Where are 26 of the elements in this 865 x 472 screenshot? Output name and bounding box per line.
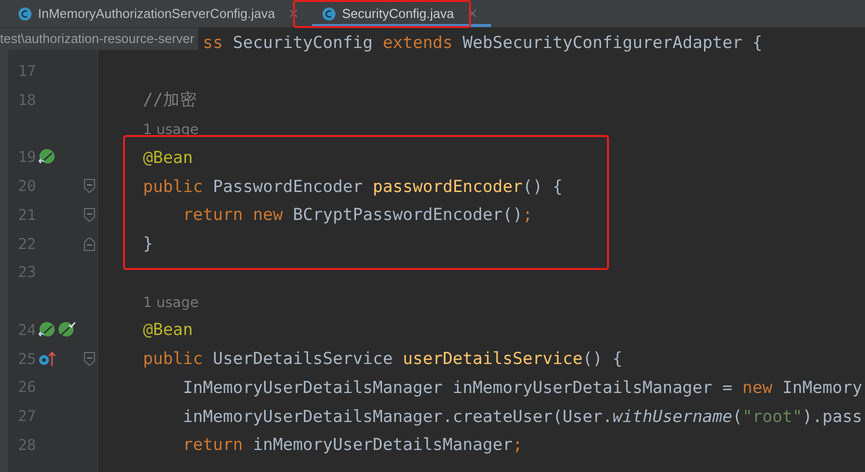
editor-tab[interactable]: SecurityConfig.java xyxy=(312,0,491,27)
code-line: ss SecurityConfig extends WebSecurityConfigurerAdapter { xyxy=(202,32,762,52)
code-line: return new BCryptPasswordEncoder(); xyxy=(182,205,533,224)
code-line: } xyxy=(142,234,153,254)
class-file-icon xyxy=(322,6,336,20)
bean-icon[interactable] xyxy=(38,322,56,338)
code-line: InMemoryUserDetailsManager inMemoryUserDetailsManager = new InMemory xyxy=(182,378,862,397)
code-line: //加密 xyxy=(142,90,197,109)
code-line: @Bean xyxy=(142,320,193,340)
code-line: return inMemoryUserDetailsManager; xyxy=(182,435,523,454)
bean-check-icon[interactable] xyxy=(58,322,76,338)
close-icon[interactable] xyxy=(468,9,477,18)
fold-icon[interactable] xyxy=(84,208,95,222)
code-line: @Bean xyxy=(142,148,193,167)
usage-hint[interactable]: 1 usage xyxy=(143,122,199,138)
editor-tab[interactable]: InMemoryAuthorizationServerConfig.java xyxy=(8,0,312,27)
code-line: public UserDetailsService userDetailsService() { xyxy=(142,349,623,368)
implements-icon[interactable] xyxy=(38,350,56,367)
class-file-icon xyxy=(18,6,32,20)
path-tooltip: test\authorization-resource-server xyxy=(0,28,198,50)
code-line: inMemoryUserDetailsManager.createUser(User.withUsername("root").pass xyxy=(182,406,862,426)
code-line: public PasswordEncoder passwordEncoder() { xyxy=(142,176,563,196)
usage-hint[interactable]: 1 usage xyxy=(143,294,199,311)
bean-icon[interactable] xyxy=(38,149,56,166)
close-icon[interactable] xyxy=(289,9,298,18)
fold-icon[interactable] xyxy=(84,352,95,366)
